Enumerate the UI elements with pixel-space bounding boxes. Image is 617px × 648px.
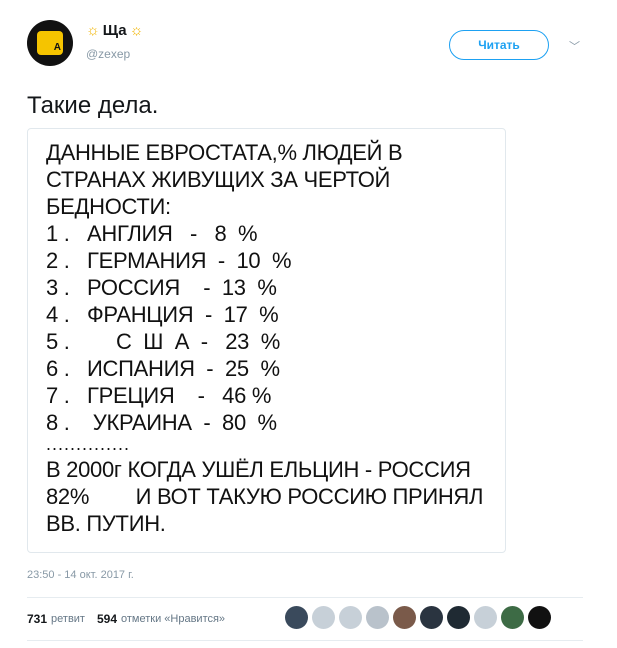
liker-avatar[interactable] (474, 606, 497, 629)
media-text-line: 1 . АНГЛИЯ - 8 % (46, 221, 258, 246)
divider (27, 640, 583, 641)
media-text-line: СТРАНАХ ЖИВУЩИХ ЗА ЧЕРТОЙ (46, 167, 391, 192)
liker-avatar[interactable] (393, 606, 416, 629)
tweet-text: Такие дела. (27, 92, 159, 119)
media-text-line: .............. (46, 434, 131, 454)
retweet-count[interactable]: 731 (27, 612, 47, 626)
sun-icon: ☼ (86, 22, 100, 39)
media-text-line: ВВ. ПУТИН. (46, 511, 166, 536)
tweet-media-image[interactable]: ДАННЫЕ ЕВРОСТАТА,% ЛЮДЕЙ В СТРАНАХ ЖИВУЩИ… (27, 128, 506, 553)
profile-avatar[interactable]: А (27, 20, 73, 66)
divider (27, 597, 583, 598)
display-name-row[interactable]: ☼ Ща ☼ (86, 22, 143, 39)
media-text-line: 5 . С Ш А - 23 % (46, 329, 280, 354)
media-text-line: 6 . ИСПАНИЯ - 25 % (46, 356, 280, 381)
media-text-line: 82% И ВОТ ТАКУЮ РОССИЮ ПРИНЯЛ (46, 484, 484, 509)
chevron-down-icon[interactable]: ﹀ (569, 38, 580, 54)
tweet-timestamp[interactable]: 23:50 - 14 окт. 2017 г. (27, 569, 134, 581)
retweet-label[interactable]: ретвит (51, 613, 85, 625)
liker-avatar[interactable] (501, 606, 524, 629)
avatar-hand-icon: А (37, 31, 63, 55)
media-text-line: ДАННЫЕ ЕВРОСТАТА,% ЛЮДЕЙ В (46, 140, 403, 165)
liker-avatars (285, 606, 551, 629)
tweet-stats: 731 ретвит 594 отметки «Нравится» (27, 612, 225, 626)
media-text-line: 8 . УКРАИНА - 80 % (46, 410, 277, 435)
media-text-block: ДАННЫЕ ЕВРОСТАТА,% ЛЮДЕЙ В СТРАНАХ ЖИВУЩИ… (46, 139, 483, 537)
follow-button[interactable]: Читать (449, 30, 549, 60)
media-text-line: БЕДНОСТИ: (46, 194, 171, 219)
media-text-line: 2 . ГЕРМАНИЯ - 10 % (46, 248, 292, 273)
like-label[interactable]: отметки «Нравится» (121, 613, 225, 625)
display-name[interactable]: Ща (103, 22, 127, 39)
media-text-line: 4 . ФРАНЦИЯ - 17 % (46, 302, 279, 327)
media-text-line: 3 . РОССИЯ - 13 % (46, 275, 277, 300)
sun-icon: ☼ (129, 22, 144, 39)
media-text-line: 7 . ГРЕЦИЯ - 46 % (46, 383, 272, 408)
liker-avatar[interactable] (528, 606, 551, 629)
like-count[interactable]: 594 (97, 612, 117, 626)
liker-avatar[interactable] (366, 606, 389, 629)
user-handle[interactable]: @zexep (86, 47, 130, 61)
media-text-line: В 2000г КОГДА УШЁЛ ЕЛЬЦИН - РОССИЯ (46, 457, 471, 482)
liker-avatar[interactable] (312, 606, 335, 629)
liker-avatar[interactable] (420, 606, 443, 629)
liker-avatar[interactable] (339, 606, 362, 629)
avatar-letter: А (53, 42, 61, 53)
liker-avatar[interactable] (447, 606, 470, 629)
liker-avatar[interactable] (285, 606, 308, 629)
